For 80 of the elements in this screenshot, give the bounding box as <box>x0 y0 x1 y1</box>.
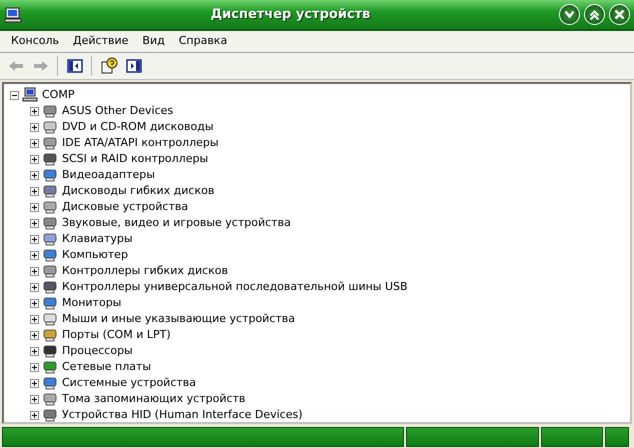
status-panel <box>605 427 629 447</box>
panel-icon <box>66 57 84 75</box>
tree-item[interactable]: IDE ATA/ATAPI контроллеры <box>61 134 220 152</box>
device-icon <box>42 103 58 119</box>
collapse-icon[interactable] <box>10 90 19 100</box>
tree-item[interactable]: Процессоры <box>61 342 134 360</box>
device-icon <box>42 279 58 295</box>
menu-item[interactable]: Консоль <box>4 31 66 52</box>
status-panel <box>541 427 603 447</box>
expand-icon[interactable] <box>30 186 39 196</box>
tree-item[interactable]: Видеоадаптеры <box>61 166 156 184</box>
close-icon <box>614 9 625 20</box>
device-icon <box>42 135 58 151</box>
tree-item[interactable]: Дисковые устройства <box>61 198 190 216</box>
expand-icon[interactable] <box>30 314 39 324</box>
expand-icon[interactable] <box>30 106 39 116</box>
tree-item[interactable]: Устройства HID (Human Interface Devices) <box>61 406 304 422</box>
device-icon <box>42 119 58 135</box>
tree-item[interactable]: Контроллеры универсальной последовательной шины USB <box>61 278 409 296</box>
expand-icon[interactable] <box>30 122 39 132</box>
expand-icon[interactable] <box>30 250 39 260</box>
tree-item[interactable]: Звуковые, видео и игровые устройства <box>61 214 292 232</box>
close-button[interactable] <box>609 4 630 25</box>
panel-icon <box>124 57 142 75</box>
expand-icon[interactable] <box>30 234 39 244</box>
expand-icon[interactable] <box>30 330 39 340</box>
menu-item[interactable]: Вид <box>135 31 172 52</box>
device-icon <box>42 247 58 263</box>
tree-item[interactable]: SCSI и RAID контроллеры <box>61 150 210 168</box>
expand-icon[interactable] <box>30 298 39 308</box>
device-icon <box>42 359 58 375</box>
maximize-button[interactable] <box>584 4 605 25</box>
tree-item[interactable]: ASUS Other Devices <box>61 102 174 120</box>
chevron-down-icon <box>564 9 575 20</box>
device-icon <box>42 295 58 311</box>
tree-item[interactable]: Компьютер <box>61 246 129 264</box>
tree-item[interactable]: Сетевые платы <box>61 358 152 376</box>
device-icon <box>42 199 58 215</box>
window-title: Диспетчер устройств <box>210 6 372 24</box>
tree-item[interactable]: Порты (COM и LPT) <box>61 326 172 344</box>
tree-item[interactable]: Мониторы <box>61 294 122 312</box>
device-icon <box>42 263 58 279</box>
tree-item[interactable]: DVD и CD-ROM дисководы <box>61 118 215 136</box>
menu-item[interactable]: Действие <box>66 31 136 52</box>
device-icon <box>42 375 58 391</box>
device-icon <box>42 311 58 327</box>
double-chevron-up-icon <box>589 9 600 20</box>
expand-icon[interactable] <box>30 346 39 356</box>
device-icon <box>42 407 58 422</box>
device-icon <box>42 391 58 407</box>
expand-icon[interactable] <box>30 362 39 372</box>
menu-item[interactable]: Справка <box>172 31 234 52</box>
expand-icon[interactable] <box>30 282 39 292</box>
minimize-button[interactable] <box>559 4 580 25</box>
tree-item[interactable]: Контроллеры гибких дисков <box>61 262 230 280</box>
help-icon <box>100 57 118 75</box>
expand-icon[interactable] <box>30 154 39 164</box>
expand-icon[interactable] <box>30 394 39 404</box>
device-icon <box>42 183 58 199</box>
tree-item[interactable]: Системные устройства <box>61 374 197 392</box>
computer-icon <box>22 87 38 103</box>
tree-item[interactable]: Клавиатуры <box>61 230 134 248</box>
expand-icon[interactable] <box>30 410 39 420</box>
computer-icon[interactable] <box>4 6 22 24</box>
device-icon <box>42 215 58 231</box>
device-icon <box>42 231 58 247</box>
expand-icon[interactable] <box>30 266 39 276</box>
expand-icon[interactable] <box>30 138 39 148</box>
tree-item[interactable]: Мыши и иные указывающие устройства <box>61 310 296 328</box>
device-icon <box>42 327 58 343</box>
expand-icon[interactable] <box>30 202 39 212</box>
device-icon <box>42 343 58 359</box>
expand-icon[interactable] <box>30 170 39 180</box>
expand-icon[interactable] <box>30 218 39 228</box>
tree-item[interactable]: Тома запоминающих устройств <box>61 390 246 408</box>
tree-item[interactable]: COMP <box>41 86 76 104</box>
expand-icon[interactable] <box>30 378 39 388</box>
device-icon <box>42 151 58 167</box>
tree-item[interactable]: Дисководы гибких дисков <box>61 182 216 200</box>
device-icon <box>42 167 58 183</box>
